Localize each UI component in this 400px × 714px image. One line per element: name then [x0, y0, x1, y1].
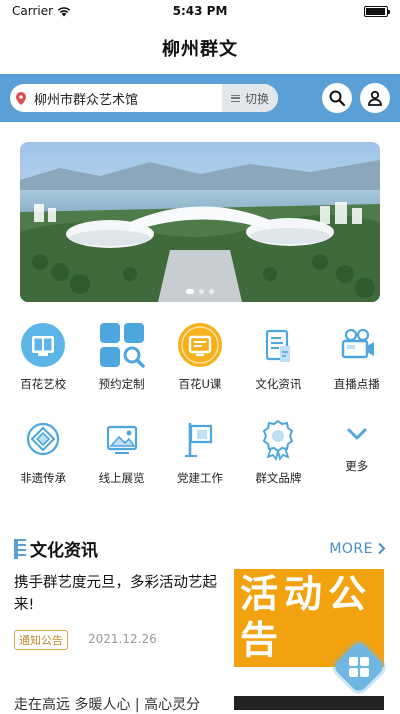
- section-title: 文化资讯: [30, 541, 98, 561]
- page-title: 柳州群文: [162, 39, 238, 60]
- grid-label: 直播点播: [333, 377, 380, 391]
- location-selector[interactable]: 柳州市群众艺术馆 切换: [10, 84, 278, 112]
- heritage-icon: [20, 416, 66, 462]
- status-bar: Carrier 5:43 PM: [0, 0, 400, 22]
- course-icon: [177, 322, 223, 368]
- menu-icon: [230, 94, 240, 102]
- banner-carousel[interactable]: [20, 142, 380, 302]
- chevron-right-icon: [378, 542, 386, 555]
- feature-grid-row-2: 非遗传承 线上展览 党建工作 群文品牌 更多: [0, 416, 400, 486]
- video-camera-icon: [334, 322, 380, 368]
- search-button[interactable]: [322, 83, 352, 113]
- section-header-culture-news: 文化资讯 MORE: [14, 536, 386, 561]
- carousel-indicator: [20, 289, 380, 294]
- grid-label: 文化资讯: [255, 377, 302, 391]
- gallery-icon: [99, 416, 145, 462]
- grid-label: 预约定制: [98, 377, 145, 391]
- grid-label: 更多: [345, 459, 369, 473]
- award-icon: [255, 416, 301, 462]
- feature-grid-row-1: 百花艺校 预约定制 百花U课 文化资讯 直播点播: [0, 322, 400, 392]
- status-time: 5:43 PM: [172, 4, 228, 18]
- search-icon: [329, 90, 345, 106]
- news-title: 走在高远 多暖人心 | 高心灵分: [14, 697, 201, 713]
- news-date: 2021.12.26: [88, 632, 157, 646]
- news-icon: [255, 322, 301, 368]
- grid-item-more[interactable]: 更多: [319, 416, 395, 486]
- wifi-icon: [57, 6, 71, 16]
- grid-item-brand[interactable]: 群文品牌: [240, 416, 316, 486]
- flag-icon: [177, 416, 223, 462]
- more-label: MORE: [329, 540, 373, 557]
- grid-label: 群文品牌: [255, 471, 302, 485]
- section-marker-icon: [14, 538, 26, 559]
- grid-label: 线上展览: [98, 471, 145, 485]
- switch-location-button[interactable]: 切换: [222, 84, 278, 112]
- grid-search-icon: [99, 322, 145, 368]
- grid-item-party-work[interactable]: 党建工作: [162, 416, 238, 486]
- battery-icon: [364, 5, 390, 17]
- news-thumbnail: [234, 696, 384, 710]
- grid-label: 百花艺校: [20, 377, 67, 391]
- news-title: 携手群艺度元旦，多彩活动艺起来!: [14, 575, 217, 613]
- book-icon: [20, 322, 66, 368]
- grid-item-u-course[interactable]: 百花U课: [162, 322, 238, 392]
- grid-item-heritage[interactable]: 非遗传承: [5, 416, 81, 486]
- grid-item-culture-news[interactable]: 文化资讯: [240, 322, 316, 392]
- grid-item-art-school[interactable]: 百花艺校: [5, 322, 81, 392]
- profile-button[interactable]: [360, 83, 390, 113]
- carrier-label: Carrier: [12, 4, 54, 18]
- grid-label: 党建工作: [176, 471, 223, 485]
- banner-image: [20, 142, 380, 302]
- grid-item-online-exhibit[interactable]: 线上展览: [84, 416, 160, 486]
- more-link[interactable]: MORE: [329, 541, 386, 557]
- apps-icon: [349, 657, 369, 677]
- user-icon: [368, 90, 382, 106]
- grid-label: 百花U课: [178, 377, 222, 391]
- location-name: 柳州市群众艺术馆: [34, 92, 139, 108]
- grid-item-live[interactable]: 直播点播: [319, 322, 395, 392]
- news-tag: 通知公告: [14, 630, 68, 650]
- switch-label: 切换: [244, 91, 269, 106]
- chevron-down-icon: [334, 416, 380, 462]
- grid-label: 非遗传承: [20, 471, 67, 485]
- grid-item-booking[interactable]: 预约定制: [84, 322, 160, 392]
- location-pin-icon: [10, 91, 32, 105]
